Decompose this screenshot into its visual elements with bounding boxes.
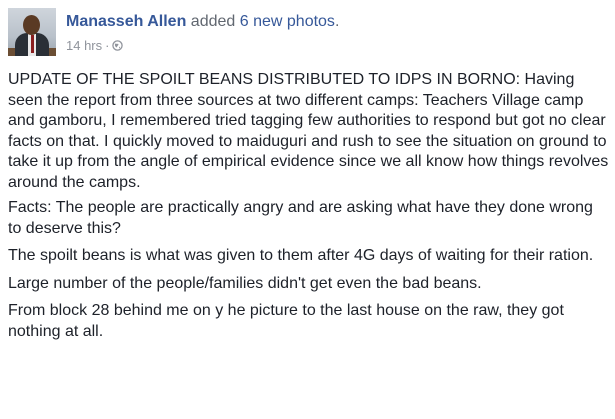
timestamp-link[interactable]: 14 hrs [66,38,102,53]
post-paragraph: The spoilt beans is what was given to th… [8,247,594,264]
action-prefix: added [190,13,236,30]
action-suffix: . [334,13,340,30]
meta-separator: · [105,38,110,53]
post-paragraph: Facts: The people are practically angry … [8,199,593,237]
post-paragraph: From block 28 behind me on y he picture … [8,302,564,340]
post-header: Manasseh Allen added 6 new photos. 14 hr… [8,8,608,56]
author-name-link[interactable]: Manasseh Allen [66,13,186,30]
post-body: UPDATE OF THE SPOILT BEANS DISTRIBUTED T… [8,70,610,349]
post-headline: Manasseh Allen added 6 new photos. [66,13,339,31]
avatar-head [23,15,40,35]
post-paragraph: UPDATE OF THE SPOILT BEANS DISTRIBUTED T… [8,71,609,191]
new-photos-link[interactable]: 6 new photos [240,13,335,30]
post-paragraph: Large number of the people/families didn… [8,274,482,292]
avatar[interactable] [8,8,56,56]
globe-icon[interactable] [112,39,124,51]
avatar-tie [31,35,34,53]
post-meta: 14 hrs · [66,38,124,54]
post-action: added 6 new photos. [191,13,340,30]
